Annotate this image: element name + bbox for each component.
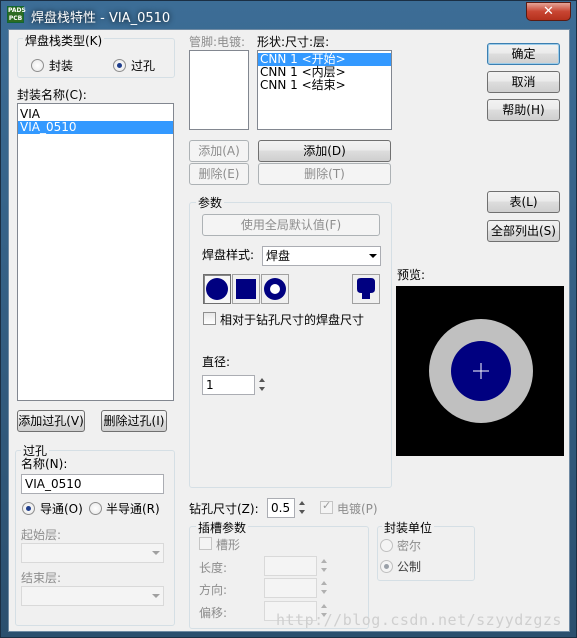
shape-size-layer-label: 形状:尺寸:层: bbox=[257, 35, 330, 49]
pad-style-value: 焊盘 bbox=[266, 249, 291, 263]
slot-length-field[interactable] bbox=[264, 556, 317, 576]
relative-size-checkbox[interactable] bbox=[203, 312, 216, 325]
dialog-client-area: 焊盘栈类型(K) 封装 过孔 封装名称(C): VIA VIA_0510 添加过… bbox=[8, 29, 570, 632]
preview-canvas bbox=[396, 286, 564, 456]
pin-delete-button[interactable]: 删除(E) bbox=[189, 163, 249, 185]
slot-direction-label: 方向: bbox=[199, 583, 228, 597]
shape-add-button[interactable]: 添加(D) bbox=[258, 140, 391, 162]
radio-via-label[interactable]: 过孔 bbox=[131, 57, 155, 74]
pin-plating-list[interactable] bbox=[189, 50, 249, 130]
title-bar[interactable]: PADS PCB 焊盘栈特性 - VIA_0510 ✕ bbox=[1, 1, 576, 29]
radio-through[interactable] bbox=[22, 502, 35, 515]
spin-up-icon bbox=[299, 501, 305, 505]
window-title: 焊盘栈特性 - VIA_0510 bbox=[31, 11, 171, 26]
list-item-selected[interactable]: VIA_0510 bbox=[18, 121, 173, 134]
dialog-window: PADS PCB 焊盘栈特性 - VIA_0510 ✕ 焊盘栈类型(K) 封装 … bbox=[0, 0, 577, 638]
annular-pad-icon bbox=[264, 278, 286, 300]
pad-preview-image bbox=[396, 286, 564, 456]
spin-down-icon bbox=[321, 568, 327, 572]
app-icon-line-1: PADS bbox=[8, 7, 26, 14]
spin-up-icon bbox=[321, 581, 327, 585]
package-name-label: 封装名称(C): bbox=[17, 88, 87, 102]
spin-up-icon bbox=[321, 559, 327, 563]
diameter-spinner[interactable] bbox=[258, 375, 268, 395]
spin-down-icon bbox=[259, 387, 265, 391]
radio-via[interactable] bbox=[113, 59, 126, 72]
radio-package-label[interactable]: 封装 bbox=[49, 57, 73, 74]
close-icon: ✕ bbox=[543, 4, 554, 19]
params-group bbox=[189, 202, 392, 488]
spin-down-icon bbox=[299, 510, 305, 514]
radio-metric-label[interactable]: 公制 bbox=[397, 558, 421, 575]
chevron-down-icon bbox=[152, 551, 160, 555]
plated-checkbox[interactable] bbox=[320, 499, 333, 514]
pin-plating-label: 管脚:电镀: bbox=[189, 35, 246, 49]
help-button[interactable]: 帮助(H) bbox=[487, 99, 560, 121]
close-button[interactable]: ✕ bbox=[526, 2, 571, 21]
slot-checkbox[interactable] bbox=[199, 537, 212, 550]
table-button[interactable]: 表(L) bbox=[487, 191, 560, 213]
watermark-text: http://blog.csdn.net/szyydzgzs bbox=[276, 611, 562, 629]
round-pad-icon bbox=[206, 278, 228, 300]
end-layer-select[interactable] bbox=[21, 586, 164, 606]
cancel-button[interactable]: 取消 bbox=[487, 71, 560, 93]
square-pad-button[interactable] bbox=[232, 274, 260, 304]
round-pad-button[interactable] bbox=[203, 274, 231, 304]
package-units-title: 封装单位 bbox=[382, 519, 435, 536]
slot-offset-label: 偏移: bbox=[199, 606, 228, 620]
pads-app-icon: PADS PCB bbox=[7, 6, 26, 23]
drill-size-label: 钻孔尺寸(Z): bbox=[189, 502, 259, 516]
diameter-field[interactable]: 1 bbox=[202, 375, 255, 395]
radio-package[interactable] bbox=[31, 59, 44, 72]
square-pad-icon bbox=[236, 279, 256, 299]
spin-down-icon bbox=[321, 590, 327, 594]
plated-label[interactable]: 电镀(P) bbox=[337, 500, 378, 517]
pad-style-label: 焊盘样式: bbox=[202, 248, 255, 262]
slot-params-title: 插槽参数 bbox=[196, 519, 249, 536]
spin-up-icon bbox=[321, 604, 327, 608]
delete-via-button[interactable]: 删除过孔(I) bbox=[101, 410, 167, 432]
ok-button[interactable]: 确定 bbox=[487, 43, 560, 65]
use-global-defaults-button[interactable]: 使用全局默认值(F) bbox=[202, 214, 380, 236]
list-item[interactable]: CNN 1 <结束> bbox=[258, 79, 391, 92]
list-all-button[interactable]: 全部列出(S) bbox=[487, 220, 560, 242]
slot-direction-spinner[interactable] bbox=[320, 578, 330, 598]
radio-through-label[interactable]: 导通(O) bbox=[40, 500, 83, 517]
slot-direction-field[interactable] bbox=[264, 578, 317, 598]
shape-size-layer-list[interactable]: CNN 1 <开始> CNN 1 <内层> CNN 1 <结束> bbox=[257, 50, 392, 130]
slot-length-label: 长度: bbox=[199, 561, 228, 575]
chevron-down-icon bbox=[152, 594, 160, 598]
package-name-list[interactable]: VIA VIA_0510 bbox=[17, 103, 174, 401]
app-icon-line-2: PCB bbox=[8, 15, 23, 22]
shape-delete-button[interactable]: 删除(T) bbox=[258, 163, 391, 185]
padstack-type-title: 焊盘栈类型(K) bbox=[23, 32, 105, 49]
radio-partial-label[interactable]: 半导通(R) bbox=[106, 500, 160, 517]
chevron-down-icon bbox=[369, 254, 377, 258]
spin-up-icon bbox=[259, 378, 265, 382]
radio-mil[interactable] bbox=[380, 539, 393, 552]
add-via-button[interactable]: 添加过孔(V) bbox=[17, 410, 85, 432]
diameter-label: 直径: bbox=[202, 355, 231, 369]
end-layer-label: 结束层: bbox=[21, 571, 62, 585]
radio-partial[interactable] bbox=[89, 502, 102, 515]
annular-pad-button[interactable] bbox=[261, 274, 289, 304]
start-layer-label: 起始层: bbox=[21, 528, 62, 542]
relative-size-label[interactable]: 相对于钻孔尺寸的焊盘尺寸 bbox=[220, 311, 364, 328]
slot-label[interactable]: 槽形 bbox=[216, 536, 240, 553]
radio-metric[interactable] bbox=[380, 560, 393, 573]
odd-shape-pad-button[interactable] bbox=[352, 274, 380, 304]
via-name-label: 名称(N): bbox=[21, 457, 68, 471]
via-name-field[interactable]: VIA_0510 bbox=[21, 474, 164, 494]
params-group-title: 参数 bbox=[196, 194, 225, 211]
preview-label: 预览: bbox=[397, 268, 426, 282]
drill-size-field[interactable]: 0.5 bbox=[267, 498, 295, 518]
pad-style-select[interactable]: 焊盘 bbox=[262, 246, 381, 266]
pin-add-button[interactable]: 添加(A) bbox=[189, 140, 249, 162]
slot-length-spinner[interactable] bbox=[320, 556, 330, 576]
odd-shape-pad-icon bbox=[357, 278, 375, 299]
start-layer-select[interactable] bbox=[21, 543, 164, 563]
radio-mil-label[interactable]: 密尔 bbox=[397, 537, 421, 554]
drill-size-spinner[interactable] bbox=[298, 498, 308, 518]
